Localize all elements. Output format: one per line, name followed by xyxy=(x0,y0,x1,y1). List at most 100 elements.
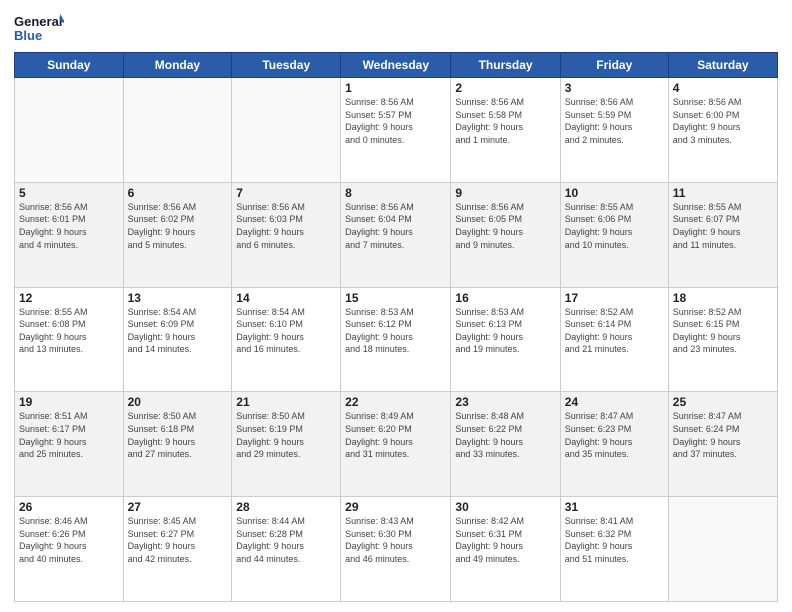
day-info-line: Daylight: 9 hours xyxy=(128,227,196,237)
day-info-line: Sunset: 6:08 PM xyxy=(19,319,86,329)
table-row: 8Sunrise: 8:56 AMSunset: 6:04 PMDaylight… xyxy=(341,182,451,287)
day-info-line: Daylight: 9 hours xyxy=(345,227,413,237)
day-number: 21 xyxy=(236,395,336,409)
calendar-week-row: 5Sunrise: 8:56 AMSunset: 6:01 PMDaylight… xyxy=(15,182,778,287)
day-info-line: Daylight: 9 hours xyxy=(565,227,633,237)
day-number: 31 xyxy=(565,500,664,514)
table-row: 25Sunrise: 8:47 AMSunset: 6:24 PMDayligh… xyxy=(668,392,777,497)
table-row: 23Sunrise: 8:48 AMSunset: 6:22 PMDayligh… xyxy=(451,392,560,497)
day-info-line: Sunrise: 8:47 AM xyxy=(673,411,742,421)
day-info-line: Sunrise: 8:56 AM xyxy=(455,97,524,107)
day-info: Sunrise: 8:56 AMSunset: 6:02 PMDaylight:… xyxy=(128,201,228,251)
header-monday: Monday xyxy=(123,53,232,78)
day-info-line: Sunrise: 8:44 AM xyxy=(236,516,305,526)
day-info-line: Daylight: 9 hours xyxy=(236,437,304,447)
day-info: Sunrise: 8:52 AMSunset: 6:15 PMDaylight:… xyxy=(673,306,773,356)
day-info-line: and 1 minute. xyxy=(455,135,510,145)
table-row: 3Sunrise: 8:56 AMSunset: 5:59 PMDaylight… xyxy=(560,78,668,183)
day-info-line: and 49 minutes. xyxy=(455,554,519,564)
calendar-week-row: 26Sunrise: 8:46 AMSunset: 6:26 PMDayligh… xyxy=(15,497,778,602)
day-info-line: Daylight: 9 hours xyxy=(565,332,633,342)
day-info-line: and 51 minutes. xyxy=(565,554,629,564)
day-info-line: and 10 minutes. xyxy=(565,240,629,250)
day-info-line: Daylight: 9 hours xyxy=(19,437,87,447)
day-number: 23 xyxy=(455,395,555,409)
day-info: Sunrise: 8:54 AMSunset: 6:10 PMDaylight:… xyxy=(236,306,336,356)
day-number: 28 xyxy=(236,500,336,514)
day-info-line: and 25 minutes. xyxy=(19,449,83,459)
table-row: 14Sunrise: 8:54 AMSunset: 6:10 PMDayligh… xyxy=(232,287,341,392)
day-info-line: Sunset: 6:06 PM xyxy=(565,214,632,224)
table-row: 20Sunrise: 8:50 AMSunset: 6:18 PMDayligh… xyxy=(123,392,232,497)
day-info-line: Sunrise: 8:53 AM xyxy=(345,307,414,317)
day-info-line: Daylight: 9 hours xyxy=(19,541,87,551)
day-info-line: Sunset: 6:07 PM xyxy=(673,214,740,224)
day-number: 7 xyxy=(236,186,336,200)
day-info-line: Sunrise: 8:49 AM xyxy=(345,411,414,421)
day-info: Sunrise: 8:42 AMSunset: 6:31 PMDaylight:… xyxy=(455,515,555,565)
day-info-line: Sunset: 6:27 PM xyxy=(128,529,195,539)
table-row: 7Sunrise: 8:56 AMSunset: 6:03 PMDaylight… xyxy=(232,182,341,287)
day-info-line: and 21 minutes. xyxy=(565,344,629,354)
day-info-line: and 6 minutes. xyxy=(236,240,295,250)
table-row: 16Sunrise: 8:53 AMSunset: 6:13 PMDayligh… xyxy=(451,287,560,392)
day-info-line: Sunrise: 8:56 AM xyxy=(565,97,634,107)
header-friday: Friday xyxy=(560,53,668,78)
day-info-line: Sunset: 5:57 PM xyxy=(345,110,412,120)
day-number: 9 xyxy=(455,186,555,200)
day-info-line: Sunrise: 8:54 AM xyxy=(128,307,197,317)
day-info: Sunrise: 8:55 AMSunset: 6:07 PMDaylight:… xyxy=(673,201,773,251)
day-info-line: and 11 minutes. xyxy=(673,240,736,250)
day-info-line: Daylight: 9 hours xyxy=(455,437,523,447)
day-number: 13 xyxy=(128,291,228,305)
day-info-line: and 9 minutes. xyxy=(455,240,514,250)
table-row: 9Sunrise: 8:56 AMSunset: 6:05 PMDaylight… xyxy=(451,182,560,287)
day-info-line: Sunset: 6:32 PM xyxy=(565,529,632,539)
day-info-line: Daylight: 9 hours xyxy=(19,227,87,237)
day-info-line: Daylight: 9 hours xyxy=(455,332,523,342)
day-info-line: Daylight: 9 hours xyxy=(236,541,304,551)
day-info-line: Daylight: 9 hours xyxy=(19,332,87,342)
day-info-line: and 5 minutes. xyxy=(128,240,187,250)
table-row: 13Sunrise: 8:54 AMSunset: 6:09 PMDayligh… xyxy=(123,287,232,392)
day-info-line: Sunset: 6:18 PM xyxy=(128,424,195,434)
day-info: Sunrise: 8:48 AMSunset: 6:22 PMDaylight:… xyxy=(455,410,555,460)
svg-text:General: General xyxy=(14,14,62,29)
day-number: 11 xyxy=(673,186,773,200)
day-info-line: and 44 minutes. xyxy=(236,554,300,564)
table-row: 11Sunrise: 8:55 AMSunset: 6:07 PMDayligh… xyxy=(668,182,777,287)
day-number: 24 xyxy=(565,395,664,409)
day-info: Sunrise: 8:52 AMSunset: 6:14 PMDaylight:… xyxy=(565,306,664,356)
table-row: 30Sunrise: 8:42 AMSunset: 6:31 PMDayligh… xyxy=(451,497,560,602)
day-info: Sunrise: 8:44 AMSunset: 6:28 PMDaylight:… xyxy=(236,515,336,565)
calendar-week-row: 12Sunrise: 8:55 AMSunset: 6:08 PMDayligh… xyxy=(15,287,778,392)
table-row: 6Sunrise: 8:56 AMSunset: 6:02 PMDaylight… xyxy=(123,182,232,287)
table-row: 12Sunrise: 8:55 AMSunset: 6:08 PMDayligh… xyxy=(15,287,124,392)
day-info-line: Daylight: 9 hours xyxy=(236,227,304,237)
day-info-line: Sunrise: 8:51 AM xyxy=(19,411,88,421)
day-info-line: Sunrise: 8:56 AM xyxy=(455,202,524,212)
day-info-line: Sunrise: 8:54 AM xyxy=(236,307,305,317)
day-info-line: Sunrise: 8:42 AM xyxy=(455,516,524,526)
day-info-line: Sunset: 6:24 PM xyxy=(673,424,740,434)
day-info-line: Sunset: 6:23 PM xyxy=(565,424,632,434)
table-row: 18Sunrise: 8:52 AMSunset: 6:15 PMDayligh… xyxy=(668,287,777,392)
day-number: 4 xyxy=(673,81,773,95)
day-info-line: and 23 minutes. xyxy=(673,344,737,354)
day-number: 16 xyxy=(455,291,555,305)
day-info-line: Sunset: 6:26 PM xyxy=(19,529,86,539)
day-info-line: Sunrise: 8:56 AM xyxy=(673,97,742,107)
day-info-line: Sunrise: 8:53 AM xyxy=(455,307,524,317)
day-info-line: Sunrise: 8:47 AM xyxy=(565,411,634,421)
day-number: 1 xyxy=(345,81,446,95)
logo: General Blue xyxy=(14,10,64,46)
day-info-line: Sunrise: 8:52 AM xyxy=(673,307,742,317)
day-info-line: Sunset: 6:20 PM xyxy=(345,424,412,434)
day-info-line: Daylight: 9 hours xyxy=(345,437,413,447)
day-info-line: Sunrise: 8:56 AM xyxy=(345,202,414,212)
day-info-line: Daylight: 9 hours xyxy=(345,122,413,132)
day-info-line: Sunset: 6:02 PM xyxy=(128,214,195,224)
table-row: 4Sunrise: 8:56 AMSunset: 6:00 PMDaylight… xyxy=(668,78,777,183)
day-info-line: and 31 minutes. xyxy=(345,449,409,459)
day-info-line: and 18 minutes. xyxy=(345,344,409,354)
